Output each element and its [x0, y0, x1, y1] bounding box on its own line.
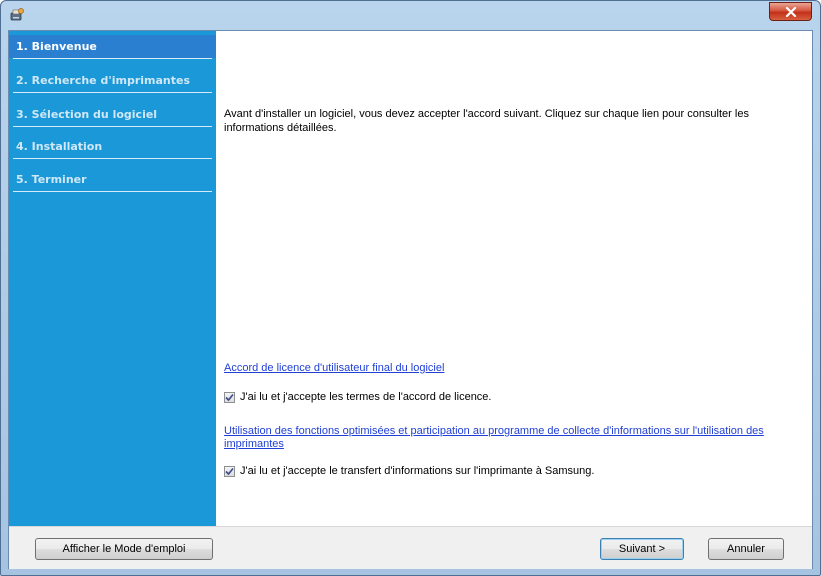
- step-divider: [13, 92, 212, 93]
- license-accept-label: J'ai lu et j'accepte les termes de l'acc…: [240, 391, 492, 403]
- show-manual-button[interactable]: Afficher le Mode d'emploi: [35, 538, 213, 560]
- transfer-accept-checkbox[interactable]: J'ai lu et j'accepte le transfert d'info…: [224, 465, 594, 477]
- button-bar: Afficher le Mode d'emploi Suivant > Annu…: [9, 526, 812, 569]
- step-divider: [13, 158, 212, 159]
- step-divider: [13, 58, 212, 59]
- step-installation[interactable]: 4. Installation: [9, 135, 216, 158]
- transfer-checkbox-box[interactable]: [224, 465, 235, 477]
- intro-text: Avant d'installer un logiciel, vous deve…: [224, 108, 749, 134]
- close-button[interactable]: [769, 2, 812, 21]
- installer-window: 1. Bienvenue 2. Recherche d'imprimantes …: [0, 0, 821, 576]
- license-checkbox-box[interactable]: [224, 391, 235, 403]
- steps-sidebar: 1. Bienvenue 2. Recherche d'imprimantes …: [9, 31, 216, 526]
- license-accept-checkbox[interactable]: J'ai lu et j'accepte les termes de l'acc…: [224, 391, 491, 403]
- cancel-button[interactable]: Annuler: [708, 538, 784, 560]
- step-terminer[interactable]: 5. Terminer: [9, 168, 216, 191]
- step-recherche-imprimantes[interactable]: 2. Recherche d'imprimantes: [9, 69, 216, 92]
- step-bienvenue[interactable]: 1. Bienvenue: [9, 35, 216, 58]
- dialog-body: 1. Bienvenue 2. Recherche d'imprimantes …: [8, 30, 813, 569]
- step-divider: [13, 126, 212, 127]
- title-bar[interactable]: [1, 1, 820, 29]
- transfer-accept-label: J'ai lu et j'accepte le transfert d'info…: [240, 465, 595, 477]
- content-panel: Avant d'installer un logiciel, vous deve…: [216, 31, 812, 526]
- installer-app-icon: [9, 7, 25, 23]
- close-icon: [785, 6, 796, 17]
- step-selection-logiciel[interactable]: 3. Sélection du logiciel: [9, 103, 216, 126]
- checkmark-icon: [225, 393, 234, 401]
- optimized-functions-program-link[interactable]: Utilisation des fonctions optimisées et …: [224, 425, 784, 451]
- license-agreement-link[interactable]: Accord de licence d'utilisateur final du…: [224, 362, 444, 375]
- checkmark-icon: [225, 467, 234, 475]
- step-divider: [13, 191, 212, 192]
- next-button[interactable]: Suivant >: [600, 538, 684, 560]
